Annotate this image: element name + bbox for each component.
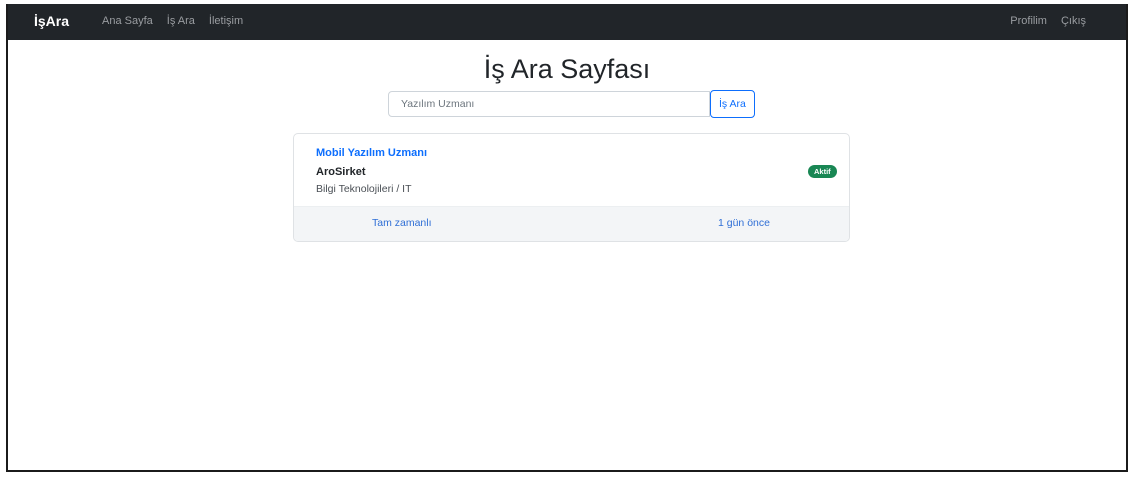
company-name: AroSirket: [316, 166, 366, 178]
job-sector: Bilgi Teknolojileri / IT: [316, 183, 412, 195]
page-title: İş Ara Sayfası: [483, 54, 651, 84]
job-card[interactable]: Mobil Yazılım Uzmanı AroSirket Bilgi Tek…: [293, 133, 850, 242]
nav-link-home[interactable]: Ana Sayfa: [102, 15, 153, 27]
nav-link-profile[interactable]: Profilim: [1010, 15, 1047, 27]
search-button[interactable]: İş Ara: [710, 90, 755, 118]
search-input[interactable]: [388, 91, 710, 117]
nav-link-contact[interactable]: İletişim: [209, 15, 243, 27]
posted-time: 1 gün önce: [718, 217, 770, 229]
job-title-link[interactable]: Mobil Yazılım Uzmanı: [316, 147, 427, 159]
nav-user-links: Profilim Çıkış: [1010, 15, 1086, 27]
job-card-footer: Tam zamanlı 1 gün önce: [294, 206, 849, 241]
employment-type: Tam zamanlı: [372, 217, 432, 229]
nav-link-logout[interactable]: Çıkış: [1061, 15, 1086, 27]
top-navbar: İşAra Ana Sayfa İş Ara İletişim Profilim…: [8, 4, 1126, 40]
brand-logo[interactable]: İşAra: [34, 13, 69, 29]
status-badge: Aktif: [808, 165, 837, 178]
nav-links: Ana Sayfa İş Ara İletişim: [102, 15, 243, 27]
app-window: İşAra Ana Sayfa İş Ara İletişim Profilim…: [6, 4, 1128, 472]
search-bar: İş Ara: [388, 90, 755, 118]
nav-link-job-search[interactable]: İş Ara: [167, 15, 195, 27]
